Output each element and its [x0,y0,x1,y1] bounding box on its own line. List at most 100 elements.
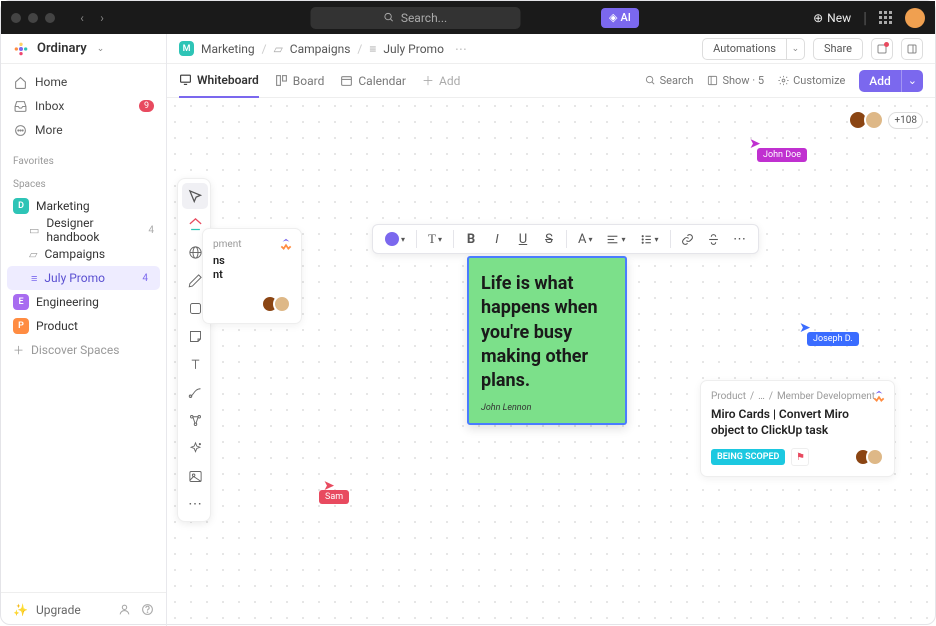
status-tag[interactable]: BEING SCOPED [711,449,785,465]
priority-flag-icon[interactable]: ⚑ [791,448,809,466]
search-icon [384,12,395,23]
cursor-label-sam: Sam [319,490,349,504]
window-controls[interactable] [11,13,55,23]
nav-home[interactable]: Home [1,70,166,94]
document-icon: ▭ [29,224,39,237]
notifications-icon[interactable] [871,38,893,60]
sticky-quote: Life is what happens when you're busy ma… [481,272,613,393]
presence-avatars[interactable]: +108 [848,110,923,130]
space-avatar: E [13,294,29,310]
task-title: Miro Cards | Convert Miro object to Clic… [711,406,884,438]
breadcrumb-list[interactable]: July Promo [383,42,444,56]
space-engineering[interactable]: E Engineering [1,290,166,314]
view-add[interactable]: ＋ Add [422,64,460,98]
space-marketing[interactable]: D Marketing [1,194,166,218]
color-picker[interactable]: ▾ [379,227,411,251]
whiteboard-icon [179,73,192,86]
nav-forward-icon[interactable]: › [93,9,111,27]
calendar-icon [340,74,353,87]
share-button[interactable]: Share [813,38,863,60]
nav-inbox[interactable]: Inbox 9 [1,94,166,118]
board-icon [275,74,288,87]
strike-button[interactable]: S [537,227,561,251]
inbox-badge: 9 [139,100,154,112]
task-card[interactable]: Product/…/Member Development Miro Cards … [700,380,895,477]
apps-grid-icon[interactable] [879,11,893,25]
main-content: M Marketing / ▱ Campaigns / ≡ July Promo… [167,34,935,626]
plus-icon: ＋ [13,342,24,358]
task-card-partial[interactable]: pment nsnt [202,228,302,324]
text-color-button[interactable]: A▾ [572,227,599,251]
plus-circle-icon: ⊕ [813,11,823,25]
panel-icon[interactable] [901,38,923,60]
list-july-promo[interactable]: ≡ July Promo 4 [7,266,160,290]
spaces-section: Spaces [1,171,166,194]
tool-sticky[interactable] [182,323,208,349]
list-icon: ≡ [31,272,37,285]
space-avatar: P [13,318,29,334]
tool-connector[interactable] [182,379,208,405]
help-icon[interactable] [141,603,154,616]
tool-chart[interactable] [182,407,208,433]
list-designer-handbook[interactable]: ▭ Designer handbook 4 [1,218,166,242]
automations-dropdown[interactable]: ⌄ [787,38,805,60]
link-button[interactable] [676,227,700,251]
plus-icon: ＋ [422,72,434,89]
tool-image[interactable] [182,463,208,489]
show-button[interactable]: Show · 5 [707,74,764,87]
folder-icon: ▱ [29,248,37,261]
align-button[interactable]: ▾ [600,227,631,251]
breadcrumb-folder[interactable]: Campaigns [290,42,351,56]
tool-select[interactable] [182,183,208,209]
whiteboard-canvas[interactable]: +108 ⋯ pment nsnt [167,98,935,626]
user-avatar[interactable] [905,8,925,28]
workspace-selector[interactable]: Ordinary ⌄ [1,34,166,64]
view-whiteboard[interactable]: Whiteboard [179,64,259,98]
ai-button[interactable]: ◈ AI [601,8,639,28]
italic-button[interactable]: I [485,227,509,251]
breadcrumb-space[interactable]: Marketing [201,42,255,56]
folder-campaigns[interactable]: ▱ Campaigns [1,242,166,266]
add-button[interactable]: Add [859,70,900,92]
tool-text[interactable] [182,351,208,377]
task-breadcrumb: Product/…/Member Development [711,391,884,402]
view-calendar[interactable]: Calendar [340,64,406,98]
customize-button[interactable]: Customize [778,74,845,87]
folder-icon: ▱ [274,42,283,56]
view-tabs: Whiteboard Board Calendar ＋ Add Search S… [167,64,935,98]
person-icon[interactable] [118,603,131,616]
strikethrough-format-button[interactable] [702,227,726,251]
new-button[interactable]: ⊕ New [813,11,851,25]
font-picker[interactable]: T▾ [422,227,448,251]
sticky-author: John Lennon [481,403,613,413]
bold-button[interactable]: B [459,227,483,251]
more-icon[interactable]: ⋯ [455,42,467,56]
sticky-note[interactable]: Life is what happens when you're busy ma… [467,256,627,425]
titlebar: ‹ › Search... ◈ AI ⊕ New | [1,1,935,34]
underline-button[interactable]: U [511,227,535,251]
tool-ai[interactable] [182,435,208,461]
clickup-logo-icon [279,237,293,251]
view-board[interactable]: Board [275,64,325,98]
upgrade-link[interactable]: Upgrade [36,603,81,617]
automations-button[interactable]: Automations [702,38,787,60]
inbox-icon [13,100,27,113]
sparkle-icon: ◈ [609,11,617,24]
list-button[interactable]: ▾ [634,227,665,251]
clickup-logo-icon [872,389,886,403]
avatar-overflow[interactable]: +108 [888,112,923,129]
chevron-down-icon: ⌄ [97,44,105,54]
tool-more[interactable]: ⋯ [182,491,208,517]
space-avatar: D [13,198,29,214]
nav-more[interactable]: More [1,118,166,142]
favorites-section: Favorites [1,148,166,171]
avatar[interactable] [864,110,884,130]
global-search[interactable]: Search... [311,7,521,29]
discover-spaces[interactable]: ＋ Discover Spaces [1,338,166,362]
more-format-button[interactable]: ⋯ [728,227,752,251]
home-icon [13,76,27,89]
space-product[interactable]: P Product [1,314,166,338]
search-view-button[interactable]: Search [645,74,694,87]
add-dropdown[interactable]: ⌄ [901,70,923,92]
nav-back-icon[interactable]: ‹ [73,9,91,27]
